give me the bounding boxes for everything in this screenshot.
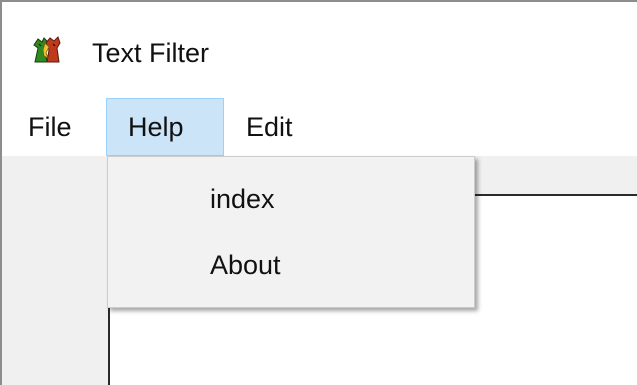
menu-help[interactable]: Help [106, 98, 224, 156]
menu-item-about[interactable]: About [108, 235, 474, 295]
menu-edit[interactable]: Edit [246, 98, 293, 156]
menu-item-index[interactable]: index [108, 169, 474, 229]
menu-file[interactable]: File [28, 98, 72, 156]
title-bar: Text Filter [2, 2, 637, 98]
app-icon [33, 36, 61, 63]
help-dropdown-menu: index About [107, 156, 475, 308]
menu-bar: File Help Edit [2, 98, 637, 156]
window-title: Text Filter [92, 38, 210, 68]
